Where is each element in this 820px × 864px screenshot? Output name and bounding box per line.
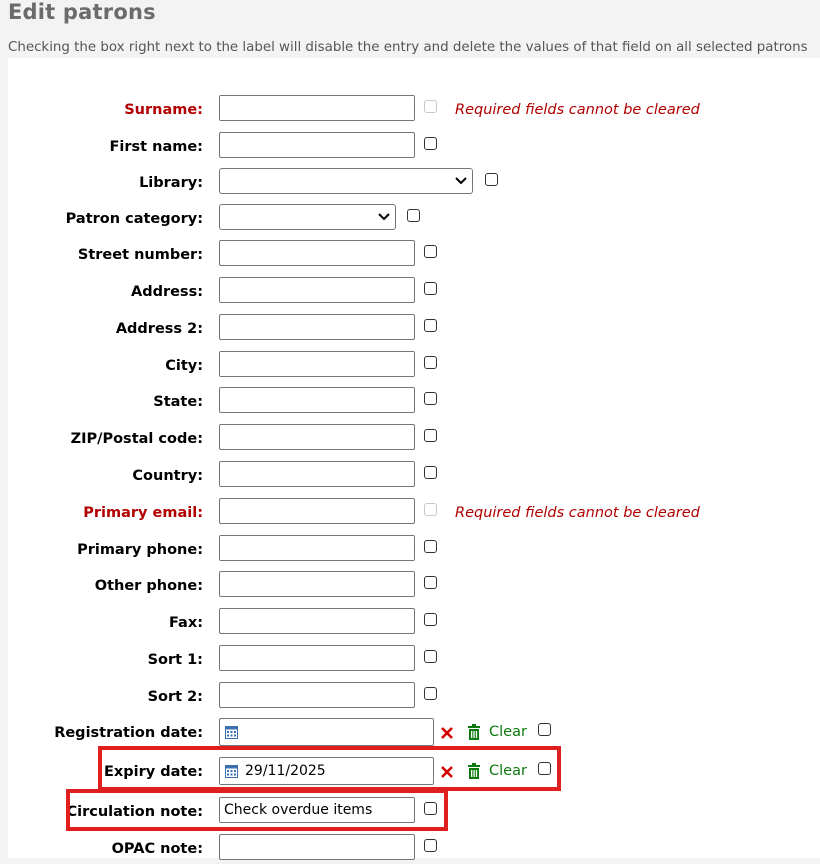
field-row-primary-phone: Primary phone:	[8, 535, 820, 565]
field-row-street-number: Street number:	[8, 240, 820, 270]
fax-clear-checkbox[interactable]	[424, 613, 437, 626]
clear-label: Clear	[489, 724, 527, 740]
patron-category-clear-checkbox[interactable]	[407, 209, 420, 222]
first-name-clear-checkbox[interactable]	[424, 137, 437, 150]
first-name-input[interactable]	[219, 132, 415, 158]
fax-label: Fax:	[169, 615, 203, 631]
sort2-label: Sort 2:	[147, 689, 203, 705]
sort2-input[interactable]	[219, 682, 415, 708]
edit-patrons-form: Surname: Required fields cannot be clear…	[8, 58, 820, 860]
page-title: Edit patrons	[8, 0, 156, 24]
state-label: State:	[153, 394, 203, 410]
trash-icon	[468, 724, 480, 740]
street-number-input[interactable]	[219, 240, 415, 266]
field-row-sort2: Sort 2:	[8, 682, 820, 712]
address-label: Address:	[130, 284, 203, 300]
calendar-icon[interactable]	[225, 726, 238, 739]
opac-note-input[interactable]	[219, 834, 415, 860]
field-row-first-name: First name:	[8, 132, 820, 162]
primary-phone-input[interactable]	[219, 535, 415, 561]
state-input[interactable]	[219, 387, 415, 413]
field-row-surname: Surname: Required fields cannot be clear…	[8, 95, 820, 125]
field-row-opac-note: OPAC note:	[8, 834, 820, 864]
address2-label: Address 2:	[115, 321, 203, 337]
opac-note-clear-checkbox[interactable]	[424, 839, 437, 852]
close-icon[interactable]	[440, 726, 454, 740]
city-label: City:	[165, 358, 203, 374]
page-description: Checking the box right next to the label…	[8, 40, 808, 55]
zip-label: ZIP/Postal code:	[70, 431, 203, 447]
field-row-fax: Fax:	[8, 608, 820, 638]
field-row-address: Address:	[8, 277, 820, 307]
patron-category-label: Patron category:	[65, 211, 203, 227]
sort1-label: Sort 1:	[147, 652, 203, 668]
fax-input[interactable]	[219, 608, 415, 634]
address2-clear-checkbox[interactable]	[424, 319, 437, 332]
sort2-clear-checkbox[interactable]	[424, 687, 437, 700]
required-note: Required fields cannot be cleared	[455, 505, 700, 521]
circulation-note-highlight	[66, 789, 448, 831]
field-row-sort1: Sort 1:	[8, 645, 820, 675]
other-phone-label: Other phone:	[94, 578, 203, 594]
address-clear-checkbox[interactable]	[424, 282, 437, 295]
library-label: Library:	[139, 175, 203, 191]
field-row-zip: ZIP/Postal code:	[8, 424, 820, 454]
first-name-label: First name:	[109, 139, 204, 155]
chevron-down-icon	[455, 177, 467, 185]
surname-input[interactable]	[219, 95, 415, 121]
address2-input[interactable]	[219, 314, 415, 340]
field-row-address2: Address 2:	[8, 314, 820, 344]
registration-date-label: Registration date:	[54, 725, 203, 741]
library-select[interactable]	[219, 168, 473, 194]
country-input[interactable]	[219, 461, 415, 487]
chevron-down-icon	[378, 213, 390, 221]
zip-input[interactable]	[219, 424, 415, 450]
state-clear-checkbox[interactable]	[424, 392, 437, 405]
sort1-clear-checkbox[interactable]	[424, 650, 437, 663]
country-label: Country:	[132, 468, 203, 484]
country-clear-checkbox[interactable]	[424, 466, 437, 479]
field-row-registration-date: Registration date: Clear	[8, 718, 820, 748]
address-input[interactable]	[219, 277, 415, 303]
field-row-country: Country:	[8, 461, 820, 491]
street-number-label: Street number:	[77, 247, 203, 263]
primary-phone-label: Primary phone:	[77, 542, 203, 558]
primary-email-input[interactable]	[219, 498, 415, 524]
field-row-state: State:	[8, 387, 820, 417]
primary-email-label: Primary email:	[83, 505, 203, 521]
other-phone-input[interactable]	[219, 571, 415, 597]
field-row-city: City:	[8, 351, 820, 381]
expiry-date-highlight	[98, 746, 561, 791]
opac-note-label: OPAC note:	[111, 841, 203, 857]
other-phone-clear-checkbox[interactable]	[424, 576, 437, 589]
field-row-other-phone: Other phone:	[8, 571, 820, 601]
field-row-primary-email: Primary email: Required fields cannot be…	[8, 498, 820, 528]
library-clear-checkbox[interactable]	[485, 173, 498, 186]
registration-date-clear-checkbox[interactable]	[538, 723, 551, 736]
registration-date-input[interactable]	[219, 718, 434, 746]
field-row-patron-category: Patron category:	[8, 204, 820, 234]
zip-clear-checkbox[interactable]	[424, 429, 437, 442]
primary-phone-clear-checkbox[interactable]	[424, 540, 437, 553]
surname-clear-checkbox	[424, 100, 437, 113]
city-input[interactable]	[219, 351, 415, 377]
patron-category-select[interactable]	[219, 204, 396, 230]
surname-label: Surname:	[124, 102, 203, 118]
field-row-library: Library:	[8, 168, 820, 198]
primary-email-clear-checkbox	[424, 503, 437, 516]
street-number-clear-checkbox[interactable]	[424, 245, 437, 258]
city-clear-checkbox[interactable]	[424, 356, 437, 369]
required-note: Required fields cannot be cleared	[455, 102, 700, 118]
sort1-input[interactable]	[219, 645, 415, 671]
